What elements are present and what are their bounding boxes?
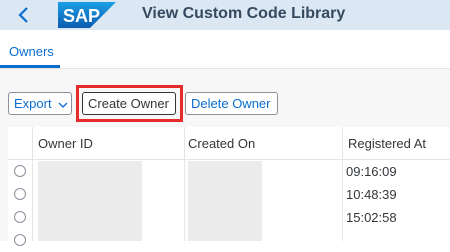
tab-owners-indicator [0,65,60,68]
table-row[interactable]: 15:02:58 [8,206,450,229]
page-title: View Custom Code Library [142,5,346,22]
row-select-radio[interactable] [14,211,26,223]
row-select-radio[interactable] [14,188,26,200]
export-button-label: Export [14,96,52,111]
sap-logo[interactable]: SAP [58,2,116,28]
back-chevron-icon[interactable] [14,4,34,26]
table-row[interactable]: 10:48:39 [8,183,450,206]
column-header-created-on[interactable]: Created On [188,136,255,151]
export-button[interactable]: Export [8,92,72,115]
column-header-registered-at[interactable]: Registered At [348,136,426,151]
create-owner-button[interactable]: Create Owner [82,92,176,115]
table-header: Owner ID Created On Registered At [8,127,450,160]
owners-table: Owner ID Created On Registered At 09:16:… [8,127,450,246]
row-select-radio[interactable] [14,165,26,177]
tab-bar: Owners [0,30,450,69]
table-row[interactable]: 09:16:09 [8,160,450,183]
tab-owners[interactable]: Owners [9,44,54,59]
registered-at-cell: 15:02:58 [346,210,397,225]
svg-text:SAP: SAP [63,6,100,26]
registered-at-cell: 09:16:09 [346,164,397,179]
delete-owner-button[interactable]: Delete Owner [185,92,278,115]
column-header-owner-id[interactable]: Owner ID [38,136,93,151]
shell-header: SAP View Custom Code Library [0,0,450,30]
row-select-radio[interactable] [14,234,26,246]
registered-at-cell: 10:48:39 [346,187,397,202]
chevron-down-icon [58,94,68,115]
